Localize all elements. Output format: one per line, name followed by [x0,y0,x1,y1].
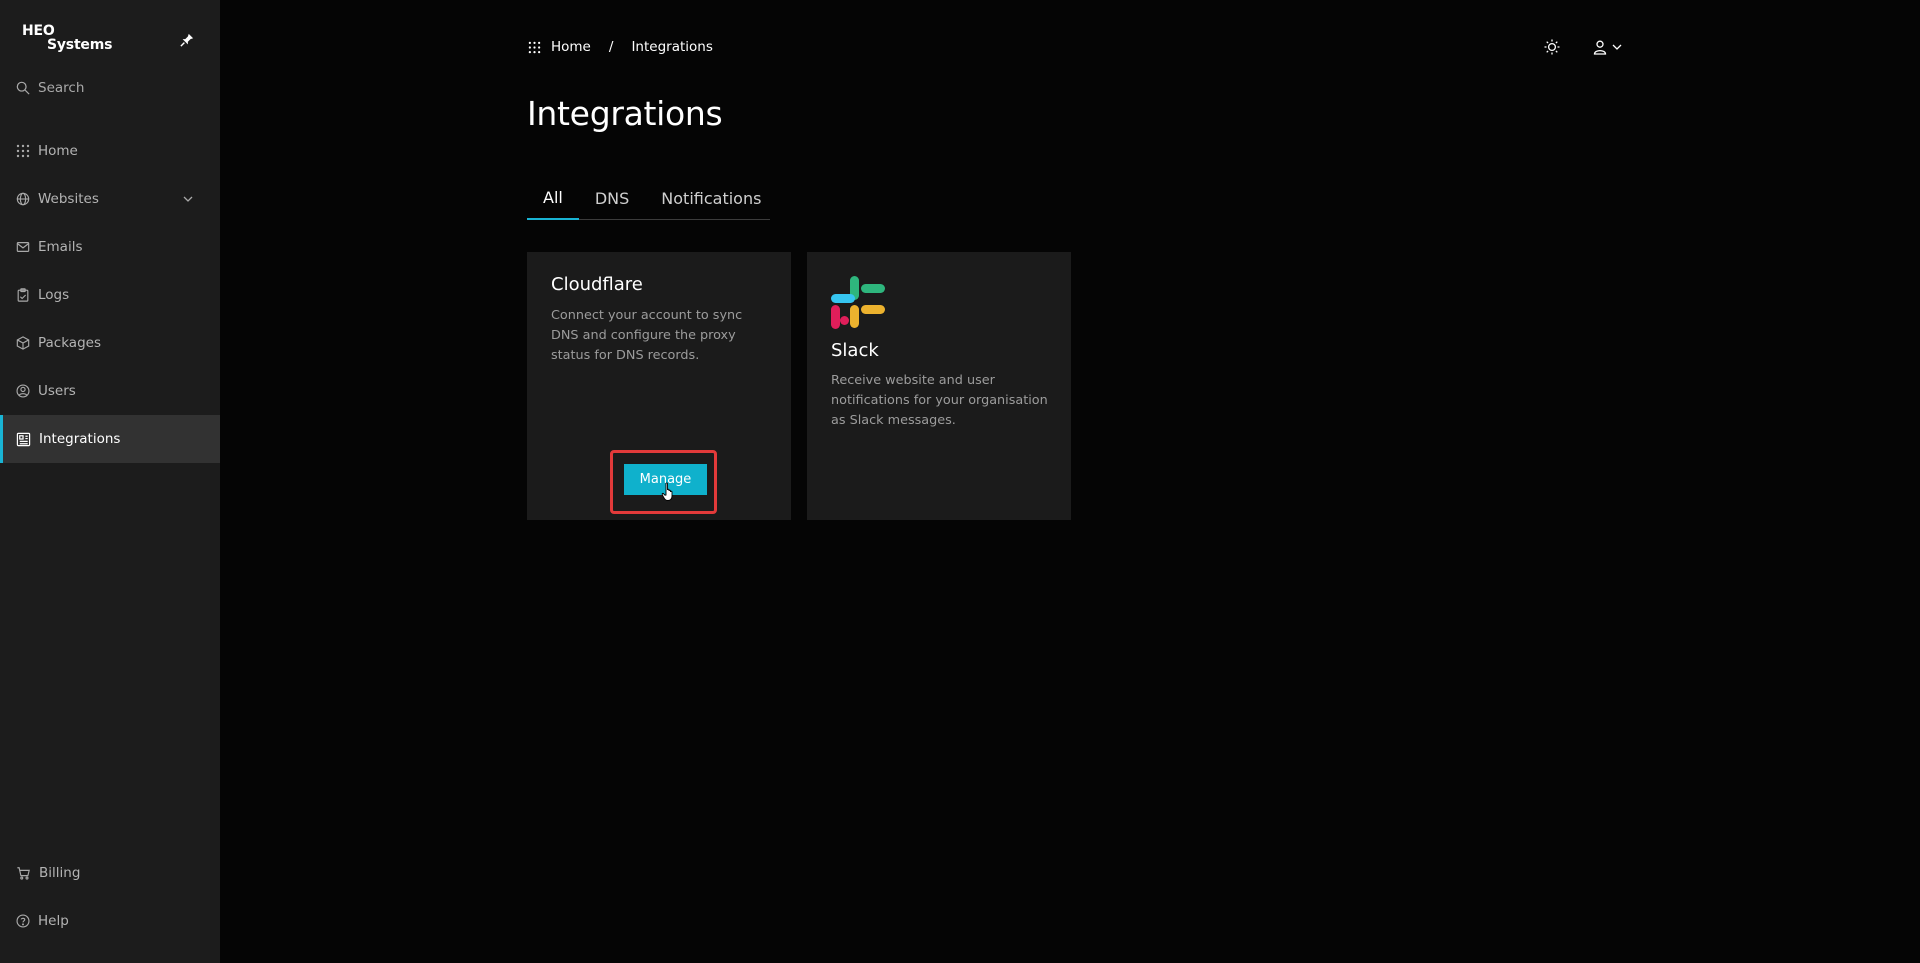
integration-card-cloudflare: Cloudflare Connect your account to sync … [527,252,791,520]
sidebar-item-label: Packages [38,335,101,351]
breadcrumb-home[interactable]: Home [551,39,591,55]
cart-icon [17,867,30,880]
sidebar-item-label: Help [38,913,69,929]
sidebar-item-help[interactable]: Help [0,897,220,945]
sun-icon[interactable] [1543,38,1561,56]
integrations-icon [16,432,31,446]
card-description: Connect your account to sync DNS and con… [551,308,743,363]
tab-dns[interactable]: DNS [579,176,645,220]
breadcrumb-separator: / [608,39,614,55]
hand-cursor-icon [661,482,673,501]
sidebar-item-billing[interactable]: Billing [0,849,220,897]
sidebar-item-label: Websites [38,191,99,207]
sidebar-item-home[interactable]: Home [0,127,220,175]
sidebar-item-packages[interactable]: Packages [0,319,220,367]
globe-icon [16,192,30,206]
page-title: Integrations [527,94,723,133]
brand-line-2: Systems [47,37,113,53]
tab-bar: All DNS Notifications [527,176,770,220]
user-circle-icon [16,384,30,398]
help-icon [16,914,30,928]
sidebar-item-label: Emails [38,239,83,255]
sidebar-item-emails[interactable]: Emails [0,223,220,271]
brand-line-1: HEO [22,23,55,39]
card-title: Cloudflare [551,274,643,295]
chevron-down-icon [1612,44,1622,50]
sidebar: HEO Systems Search Home Websites Emails … [0,0,220,963]
sidebar-item-logs[interactable]: Logs [0,271,220,319]
tab-notifications[interactable]: Notifications [645,176,777,220]
grid-icon [16,144,30,158]
brand-logo[interactable]: HEO Systems [22,24,112,52]
sidebar-item-label: Billing [39,865,81,881]
sidebar-search[interactable]: Search [16,78,206,98]
sidebar-item-label: Users [38,383,76,399]
package-icon [16,336,30,350]
mail-icon [16,242,30,252]
card-description: Receive website and user notifications f… [831,373,1048,428]
sidebar-item-label: Home [38,143,78,159]
sidebar-item-integrations[interactable]: Integrations [0,415,220,463]
sidebar-item-users[interactable]: Users [0,367,220,415]
chevron-down-icon[interactable] [182,193,194,205]
user-menu[interactable] [1592,38,1623,56]
breadcrumb: Home / Integrations [528,38,713,56]
clipboard-icon [17,288,29,302]
apps-grid-icon[interactable] [528,41,541,54]
user-icon [1593,40,1607,55]
search-icon [16,81,30,95]
integration-card-slack[interactable]: Slack Receive website and user notificat… [807,252,1071,520]
search-label: Search [38,80,85,96]
pin-icon[interactable] [180,32,196,48]
sidebar-item-label: Logs [38,287,70,303]
tab-all[interactable]: All [527,176,579,220]
card-title: Slack [831,340,879,361]
breadcrumb-current: Integrations [631,39,713,55]
sidebar-item-websites[interactable]: Websites [0,175,220,223]
slack-logo-icon [831,276,885,329]
sidebar-item-label: Integrations [39,431,121,447]
